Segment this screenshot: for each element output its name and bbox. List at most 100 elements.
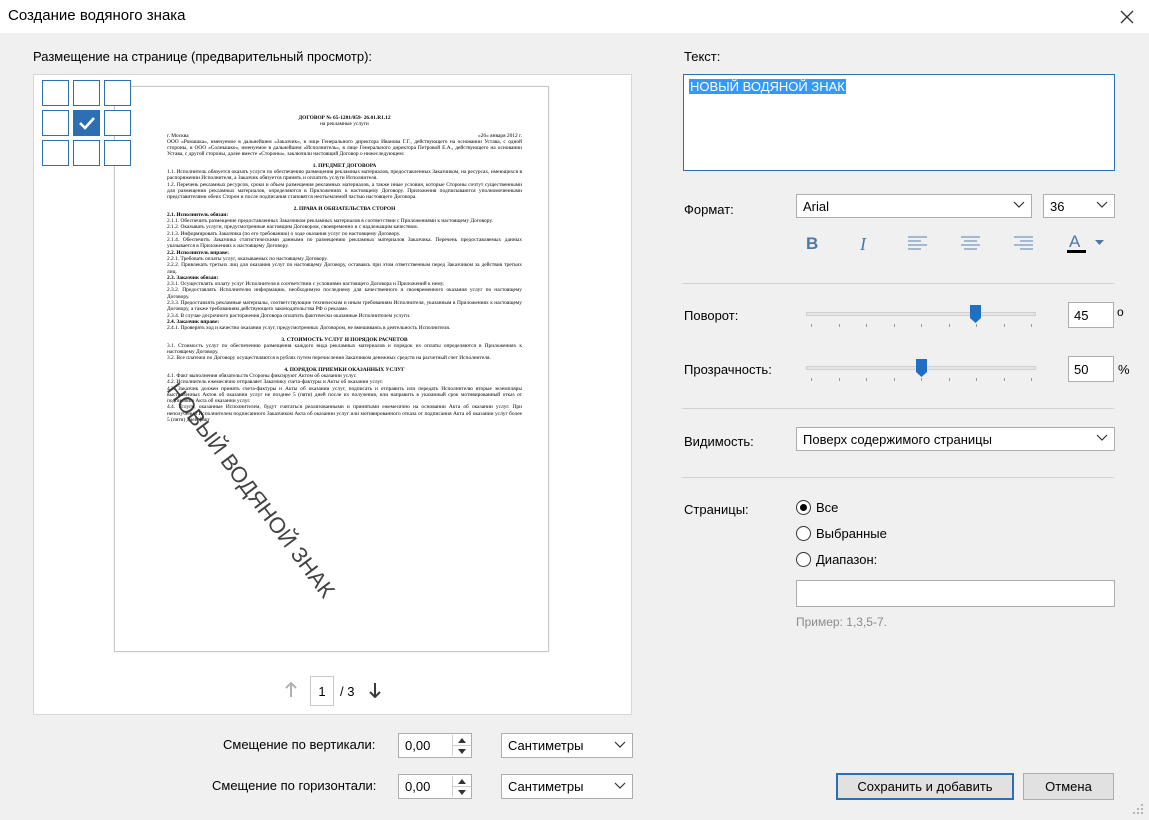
vertical-unit-value: Сантиметры <box>508 738 584 753</box>
placement-top-left[interactable] <box>42 80 69 106</box>
cancel-button[interactable]: Отмена <box>1023 773 1114 800</box>
save-and-add-button[interactable]: Сохранить и добавить <box>836 773 1014 800</box>
caret-up-icon <box>458 737 466 743</box>
rotation-track <box>806 312 1036 316</box>
radio-selected[interactable] <box>796 526 811 541</box>
caret-up-icon <box>458 778 466 784</box>
placement-top-right[interactable] <box>104 80 131 106</box>
font-value: Arial <box>803 198 830 214</box>
chevron-down-icon <box>614 741 626 748</box>
previous-page-button[interactable] <box>285 681 297 701</box>
slider-tick <box>976 324 977 327</box>
placement-bottom-center[interactable] <box>73 140 100 166</box>
resize-grip[interactable] <box>1132 803 1144 818</box>
caret-down-icon <box>458 789 466 795</box>
slider-tick <box>921 378 922 381</box>
bold-button[interactable]: B <box>806 234 818 254</box>
font-size-select[interactable]: 36 <box>1043 194 1115 218</box>
page-range-hint: Пример: 1,3,5-7. <box>796 615 887 629</box>
placement-top-center[interactable] <box>73 80 100 106</box>
horizontal-offset-stepper[interactable]: 0,00 <box>398 774 472 799</box>
align-center-button[interactable] <box>961 236 980 253</box>
italic-button[interactable]: I <box>860 234 866 255</box>
doc-date: «26» января 2012 г. <box>478 132 522 139</box>
doc-city: г. Москва <box>167 132 189 139</box>
placement-bottom-right[interactable] <box>104 140 131 166</box>
close-button[interactable] <box>1104 0 1149 33</box>
slider-tick <box>1004 324 1005 327</box>
pages-option-label: Диапазон: <box>816 552 878 567</box>
placement-middle-left[interactable] <box>42 110 69 136</box>
vertical-unit-select[interactable]: Сантиметры <box>501 733 633 758</box>
slider-tick <box>976 378 977 381</box>
align-right-button[interactable] <box>1014 236 1033 253</box>
slider-tick <box>921 324 922 327</box>
pages-option-all[interactable]: Все <box>796 500 838 515</box>
vertical-offset-stepper[interactable]: 0,00 <box>398 733 472 758</box>
pages-label: Страницы: <box>684 502 749 517</box>
slider-tick <box>1031 378 1032 381</box>
chevron-down-icon <box>1096 201 1108 208</box>
align-right-icon <box>1014 236 1033 250</box>
vertical-offset-increment[interactable] <box>453 735 471 745</box>
chevron-down-icon <box>614 782 626 789</box>
opacity-unit: % <box>1118 362 1130 377</box>
slider-tick <box>811 324 812 327</box>
visibility-select[interactable]: Поверх содержимого страницы <box>796 427 1115 451</box>
arrow-up-icon <box>285 681 297 697</box>
next-page-button[interactable] <box>369 682 381 701</box>
watermark-text-value: НОВЫЙ ВОДЯНОЙ ЗНАК <box>689 79 846 94</box>
opacity-thumb[interactable] <box>916 359 927 377</box>
radio-range[interactable] <box>796 552 811 567</box>
placement-middle-center[interactable] <box>73 110 100 136</box>
pages-option-label: Все <box>816 500 839 515</box>
arrow-down-icon <box>369 683 381 699</box>
divider <box>682 283 1114 284</box>
placement-middle-right[interactable] <box>104 110 131 136</box>
page-range-input[interactable] <box>796 580 1115 607</box>
align-center-icon <box>961 236 980 250</box>
opacity-slider[interactable] <box>806 358 1036 388</box>
horizontal-offset-decrement[interactable] <box>453 786 471 797</box>
text-color-button[interactable]: A <box>1067 232 1107 254</box>
font-size-value: 36 <box>1050 198 1065 214</box>
pages-option-label: Выбранные <box>816 526 887 541</box>
preview-label: Размещение на странице (предварительный … <box>33 49 373 64</box>
horizontal-offset-increment[interactable] <box>453 776 471 786</box>
visibility-label: Видимость: <box>684 434 754 449</box>
horizontal-unit-value: Сантиметры <box>508 779 584 794</box>
vertical-offset-decrement[interactable] <box>453 745 471 756</box>
rotation-unit: о <box>1117 305 1124 319</box>
pages-option-range[interactable]: Диапазон: <box>796 552 877 567</box>
placement-grid <box>42 80 131 166</box>
divider <box>682 477 1114 478</box>
close-icon <box>1120 10 1133 23</box>
placement-bottom-left[interactable] <box>42 140 69 166</box>
checkmark-icon <box>78 117 95 130</box>
radio-all[interactable] <box>796 500 811 515</box>
font-select[interactable]: Arial <box>796 194 1032 218</box>
horizontal-unit-select[interactable]: Сантиметры <box>501 774 633 799</box>
slider-tick <box>866 378 867 381</box>
rotation-input[interactable]: 45 <box>1068 302 1114 328</box>
rotation-thumb[interactable] <box>970 305 981 323</box>
slider-tick <box>1004 378 1005 381</box>
page-number-input[interactable]: 1 <box>310 676 334 706</box>
slider-tick <box>949 324 950 327</box>
rotation-label: Поворот: <box>684 308 739 323</box>
caret-down-icon <box>458 748 466 754</box>
watermark-text-field[interactable]: НОВЫЙ ВОДЯНОЙ ЗНАК <box>683 74 1115 171</box>
rotation-slider[interactable] <box>806 304 1036 334</box>
chevron-down-icon <box>1096 434 1108 441</box>
text-label: Текст: <box>684 49 721 64</box>
doc-paragraph: 2.2.2. Привлекать третьих лиц для оказан… <box>167 262 522 275</box>
slider-tick <box>866 324 867 327</box>
opacity-input[interactable]: 50 <box>1068 356 1114 382</box>
chevron-down-icon <box>1013 201 1025 208</box>
opacity-value: 50 <box>1074 361 1089 377</box>
doc-paragraph: 1.2. Перечень рекламных ресурсов, сроки … <box>167 181 522 201</box>
align-left-button[interactable] <box>908 236 927 253</box>
doc-paragraph: 1.1. Исполнитель обязуется оказать услуг… <box>167 169 522 182</box>
pages-option-selected[interactable]: Выбранные <box>796 526 887 541</box>
align-left-icon <box>908 236 927 250</box>
